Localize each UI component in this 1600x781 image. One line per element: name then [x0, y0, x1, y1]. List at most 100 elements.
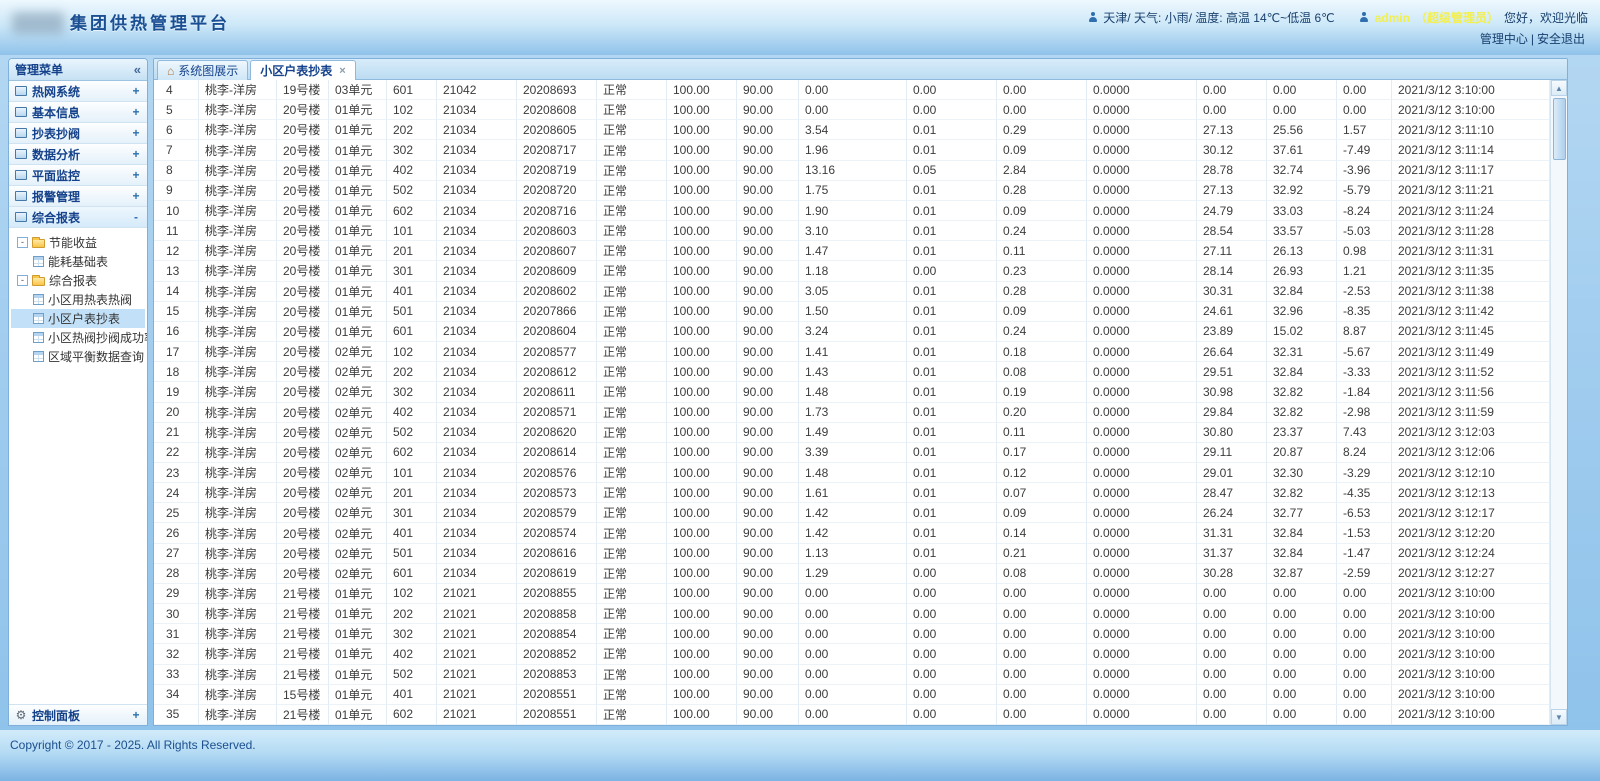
table-cell: 20208716 — [517, 201, 597, 221]
table-cell: 正常 — [597, 423, 667, 443]
table-row[interactable]: 16桃李-洋房20号楼01单元6012103420208604正常100.009… — [154, 322, 1550, 342]
table-row[interactable]: 28桃李-洋房20号楼02单元6012103420208619正常100.009… — [154, 564, 1550, 584]
collapse-icon[interactable]: - — [131, 210, 141, 224]
table-row[interactable]: 21桃李-洋房20号楼02单元5022103420208620正常100.009… — [154, 423, 1550, 443]
table-cell: 0.0000 — [1087, 161, 1197, 181]
table-row[interactable]: 24桃李-洋房20号楼02单元2012103420208573正常100.009… — [154, 483, 1550, 503]
table-cell: -3.29 — [1337, 463, 1392, 483]
table-row[interactable]: 10桃李-洋房20号楼01单元6022103420208716正常100.009… — [154, 201, 1550, 221]
admin-center-link[interactable]: 管理中心 — [1480, 32, 1528, 46]
expand-icon[interactable]: + — [131, 147, 141, 161]
table-cell: 21034 — [437, 322, 517, 342]
table-cell: 100.00 — [667, 261, 737, 281]
scroll-down-icon[interactable]: ▼ — [1551, 709, 1567, 725]
expand-icon[interactable]: + — [131, 84, 141, 98]
table-cell: 0.00 — [1267, 705, 1337, 725]
table-cell: 20号楼 — [277, 161, 329, 181]
table-row[interactable]: 19桃李-洋房20号楼02单元3022103420208611正常100.009… — [154, 382, 1550, 402]
sidebar-item-7[interactable]: 综合报表- — [9, 207, 147, 228]
table-cell: 601 — [387, 564, 437, 584]
logout-link[interactable]: 安全退出 — [1537, 32, 1585, 46]
table-row[interactable]: 8桃李-洋房20号楼01单元4022103420208719正常100.0090… — [154, 161, 1550, 181]
table-row[interactable]: 23桃李-洋房20号楼02单元1012103420208576正常100.009… — [154, 463, 1550, 483]
table-row[interactable]: 33桃李-洋房21号楼01单元5022102120208853正常100.009… — [154, 665, 1550, 685]
scroll-up-icon[interactable]: ▲ — [1551, 80, 1567, 96]
table-row[interactable]: 29桃李-洋房21号楼01单元1022102120208855正常100.009… — [154, 584, 1550, 604]
expand-icon[interactable]: + — [131, 189, 141, 203]
table-cell: 0.0000 — [1087, 665, 1197, 685]
tree-item[interactable]: -节能收益 — [11, 233, 145, 252]
tree-item[interactable]: -综合报表 — [11, 271, 145, 290]
vertical-scrollbar[interactable]: ▲ ▼ — [1550, 80, 1567, 725]
expand-icon[interactable]: + — [131, 168, 141, 182]
tree-item[interactable]: 小区户表抄表 — [11, 309, 145, 328]
expand-icon[interactable]: + — [131, 105, 141, 119]
header-links: 管理中心|安全退出 — [1477, 30, 1588, 47]
tree-item[interactable]: 小区热阀抄阀成功率 — [11, 328, 145, 347]
table-row[interactable]: 17桃李-洋房20号楼02单元1022103420208577正常100.009… — [154, 342, 1550, 362]
table-cell: 桃李-洋房 — [199, 261, 277, 281]
tree-item[interactable]: 小区用热表热阀 — [11, 290, 145, 309]
sidebar-item-4[interactable]: 数据分析+ — [9, 144, 147, 165]
table-cell: 32.84 — [1267, 282, 1337, 302]
table-cell: 25.56 — [1267, 120, 1337, 140]
tab-1[interactable]: ⌂系统图展示 — [157, 60, 248, 80]
table-row[interactable]: 30桃李-洋房21号楼01单元2022102120208858正常100.009… — [154, 604, 1550, 624]
table-row[interactable]: 34桃李-洋房15号楼01单元4012102120208551正常100.009… — [154, 685, 1550, 705]
expand-icon[interactable]: + — [131, 708, 141, 722]
table-row[interactable]: 9桃李-洋房20号楼01单元5022103420208720正常100.0090… — [154, 181, 1550, 201]
monitor-icon — [15, 212, 27, 222]
tree-item-label: 小区热阀抄阀成功率 — [48, 329, 147, 346]
sidebar-item-5[interactable]: 平面监控+ — [9, 165, 147, 186]
table-cell: 正常 — [597, 201, 667, 221]
table-row[interactable]: 27桃李-洋房20号楼02单元5012103420208616正常100.009… — [154, 544, 1550, 564]
sidebar-item-6[interactable]: 报警管理+ — [9, 186, 147, 207]
table-cell: 正常 — [597, 403, 667, 423]
table-row[interactable]: 11桃李-洋房20号楼01单元1012103420208603正常100.009… — [154, 221, 1550, 241]
table-cell: 26.13 — [1267, 241, 1337, 261]
table-row[interactable]: 26桃李-洋房20号楼02单元4012103420208574正常100.009… — [154, 523, 1550, 543]
sidebar-item-2[interactable]: 基本信息 + — [9, 102, 147, 123]
scrollbar-thumb[interactable] — [1553, 98, 1566, 160]
table-row[interactable]: 22桃李-洋房20号楼02单元6022103420208614正常100.009… — [154, 443, 1550, 463]
table-cell: 21034 — [437, 221, 517, 241]
sidebar-item-control-panel[interactable]: ⚙控制面板+ — [9, 704, 147, 725]
tree-collapse-icon[interactable]: - — [17, 275, 28, 286]
table-cell: 20号楼 — [277, 523, 329, 543]
table-row[interactable]: 31桃李-洋房21号楼01单元3022102120208854正常100.009… — [154, 624, 1550, 644]
table-cell: 32.87 — [1267, 564, 1337, 584]
table-cell: 21034 — [437, 443, 517, 463]
table-cell: 0.00 — [1267, 685, 1337, 705]
table-row[interactable]: 7桃李-洋房20号楼01单元3022103420208717正常100.0090… — [154, 140, 1550, 160]
sidebar-item-label: 基本信息 — [32, 104, 80, 121]
table-row[interactable]: 12桃李-洋房20号楼01单元2012103420208607正常100.009… — [154, 241, 1550, 261]
table-cell: 桃李-洋房 — [199, 140, 277, 160]
table-row[interactable]: 18桃李-洋房20号楼02单元2022103420208612正常100.009… — [154, 362, 1550, 382]
table-cell: 正常 — [597, 443, 667, 463]
table-row[interactable]: 35桃李-洋房21号楼01单元6022102120208551正常100.009… — [154, 705, 1550, 725]
tab-2[interactable]: 小区户表抄表× — [250, 60, 355, 80]
close-tab-icon[interactable]: × — [339, 65, 345, 77]
table-cell: 0.00 — [907, 564, 997, 584]
tree-collapse-icon[interactable]: - — [17, 237, 28, 248]
tree-item[interactable]: 区域平衡数据查询 — [11, 347, 145, 366]
table-row[interactable]: 6桃李-洋房20号楼01单元2022103420208605正常100.0090… — [154, 120, 1550, 140]
table-row[interactable]: 32桃李-洋房21号楼01单元4022102120208852正常100.009… — [154, 644, 1550, 664]
table-row[interactable]: 14桃李-洋房20号楼01单元4012103420208602正常100.009… — [154, 282, 1550, 302]
table-cell: 20号楼 — [277, 120, 329, 140]
sidebar-item-3[interactable]: 抄表抄阀+ — [9, 123, 147, 144]
table-row[interactable]: 5桃李-洋房20号楼01单元1022103420208608正常100.0090… — [154, 100, 1550, 120]
collapse-sidebar-icon[interactable]: « — [134, 62, 141, 77]
table-row[interactable]: 25桃李-洋房20号楼02单元3012103420208579正常100.009… — [154, 503, 1550, 523]
sidebar-item-1[interactable]: 热网系统+ — [9, 81, 147, 102]
table-row[interactable]: 4桃李-洋房19号楼03单元6012104220208693正常100.0090… — [154, 80, 1550, 100]
table-cell: 0.01 — [907, 503, 997, 523]
table-cell: 100.00 — [667, 322, 737, 342]
table-cell: 正常 — [597, 564, 667, 584]
table-row[interactable]: 15桃李-洋房20号楼01单元5012103420207866正常100.009… — [154, 302, 1550, 322]
table-row[interactable]: 20桃李-洋房20号楼02单元4022103420208571正常100.009… — [154, 403, 1550, 423]
table-row[interactable]: 13桃李-洋房20号楼01单元3012103420208609正常100.009… — [154, 261, 1550, 281]
table-cell: 桃李-洋房 — [199, 161, 277, 181]
expand-icon[interactable]: + — [131, 126, 141, 140]
tree-item[interactable]: 能耗基础表 — [11, 252, 145, 271]
